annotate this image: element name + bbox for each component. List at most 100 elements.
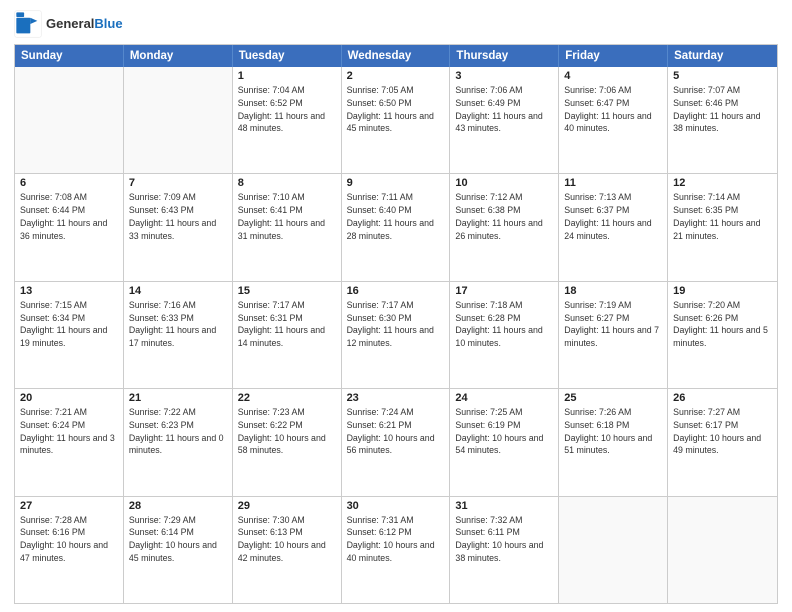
day-number: 12 [673, 177, 772, 189]
calendar-cell: 25 Sunrise: 7:26 AM Sunset: 6:18 PM Dayli… [559, 389, 668, 495]
day-number: 16 [347, 285, 445, 297]
day-number: 17 [455, 285, 553, 297]
day-number: 22 [238, 392, 336, 404]
calendar-cell: 18Sunrise: 7:19 AM Sunset: 6:27 PM Dayli… [559, 282, 668, 388]
weekday-header-tuesday: Tuesday [233, 45, 342, 67]
day-number: 26 [673, 392, 772, 404]
day-info: Sunrise: 7:17 AM Sunset: 6:31 PM Dayligh… [238, 299, 336, 350]
calendar-cell: 23 Sunrise: 7:24 AM Sunset: 6:21 PM Dayli… [342, 389, 451, 495]
day-info: Sunrise: 7:29 AM Sunset: 6:14 PM Dayligh… [129, 514, 227, 565]
day-info: Sunrise: 7:18 AM Sunset: 6:28 PM Dayligh… [455, 299, 553, 350]
day-info: Sunrise: 7:09 AM Sunset: 6:43 PM Dayligh… [129, 191, 227, 242]
weekday-header-thursday: Thursday [450, 45, 559, 67]
logo-line: GeneralBlue [46, 16, 123, 32]
calendar-cell [124, 67, 233, 173]
calendar-cell: 28 Sunrise: 7:29 AM Sunset: 6:14 PM Dayli… [124, 497, 233, 603]
calendar-cell: 20 Sunrise: 7:21 AM Sunset: 6:24 PM Dayli… [15, 389, 124, 495]
day-info: Sunrise: 7:07 AM Sunset: 6:46 PM Dayligh… [673, 84, 772, 135]
day-info: Sunrise: 7:26 AM Sunset: 6:18 PM Dayligh… [564, 406, 662, 457]
calendar-cell: 8 Sunrise: 7:10 AM Sunset: 6:41 PM Daylig… [233, 174, 342, 280]
day-info: Sunrise: 7:11 AM Sunset: 6:40 PM Dayligh… [347, 191, 445, 242]
calendar-cell: 16 Sunrise: 7:17 AM Sunset: 6:30 PM Dayli… [342, 282, 451, 388]
weekday-header-saturday: Saturday [668, 45, 777, 67]
calendar-cell: 22 Sunrise: 7:23 AM Sunset: 6:22 PM Dayli… [233, 389, 342, 495]
day-info: Sunrise: 7:05 AM Sunset: 6:50 PM Dayligh… [347, 84, 445, 135]
calendar-cell: 9 Sunrise: 7:11 AM Sunset: 6:40 PM Daylig… [342, 174, 451, 280]
day-info: Sunrise: 7:10 AM Sunset: 6:41 PM Dayligh… [238, 191, 336, 242]
day-info: Sunrise: 7:14 AM Sunset: 6:35 PM Dayligh… [673, 191, 772, 242]
calendar-cell: 27Sunrise: 7:28 AM Sunset: 6:16 PM Dayli… [15, 497, 124, 603]
day-number: 20 [20, 392, 118, 404]
calendar-cell: 26 Sunrise: 7:27 AM Sunset: 6:17 PM Dayli… [668, 389, 777, 495]
calendar-cell: 12 Sunrise: 7:14 AM Sunset: 6:35 PM Dayli… [668, 174, 777, 280]
calendar-cell [15, 67, 124, 173]
calendar-row-3: 20 Sunrise: 7:21 AM Sunset: 6:24 PM Dayli… [15, 388, 777, 495]
day-number: 18 [564, 285, 662, 297]
calendar-cell: 4Sunrise: 7:06 AM Sunset: 6:47 PM Daylig… [559, 67, 668, 173]
day-info: Sunrise: 7:20 AM Sunset: 6:26 PM Dayligh… [673, 299, 772, 350]
calendar-cell: 6Sunrise: 7:08 AM Sunset: 6:44 PM Daylig… [15, 174, 124, 280]
day-number: 30 [347, 500, 445, 512]
day-number: 25 [564, 392, 662, 404]
day-info: Sunrise: 7:21 AM Sunset: 6:24 PM Dayligh… [20, 406, 118, 457]
day-number: 24 [455, 392, 553, 404]
weekday-header-monday: Monday [124, 45, 233, 67]
day-number: 11 [564, 177, 662, 189]
day-info: Sunrise: 7:25 AM Sunset: 6:19 PM Dayligh… [455, 406, 553, 457]
day-info: Sunrise: 7:16 AM Sunset: 6:33 PM Dayligh… [129, 299, 227, 350]
calendar-row-4: 27Sunrise: 7:28 AM Sunset: 6:16 PM Dayli… [15, 496, 777, 603]
day-info: Sunrise: 7:06 AM Sunset: 6:47 PM Dayligh… [564, 84, 662, 135]
calendar-cell: 31Sunrise: 7:32 AM Sunset: 6:11 PM Dayli… [450, 497, 559, 603]
day-info: Sunrise: 7:24 AM Sunset: 6:21 PM Dayligh… [347, 406, 445, 457]
calendar-cell: 2 Sunrise: 7:05 AM Sunset: 6:50 PM Daylig… [342, 67, 451, 173]
calendar-cell: 15 Sunrise: 7:17 AM Sunset: 6:31 PM Dayli… [233, 282, 342, 388]
calendar-cell: 11 Sunrise: 7:13 AM Sunset: 6:37 PM Dayli… [559, 174, 668, 280]
weekday-header-wednesday: Wednesday [342, 45, 451, 67]
calendar-cell: 17 Sunrise: 7:18 AM Sunset: 6:28 PM Dayli… [450, 282, 559, 388]
day-info: Sunrise: 7:13 AM Sunset: 6:37 PM Dayligh… [564, 191, 662, 242]
day-number: 23 [347, 392, 445, 404]
weekday-header-friday: Friday [559, 45, 668, 67]
day-info: Sunrise: 7:23 AM Sunset: 6:22 PM Dayligh… [238, 406, 336, 457]
calendar-cell [668, 497, 777, 603]
header: GeneralBlue [14, 10, 778, 38]
day-number: 19 [673, 285, 772, 297]
logo-text: GeneralBlue [46, 16, 123, 32]
day-number: 21 [129, 392, 227, 404]
day-info: Sunrise: 7:06 AM Sunset: 6:49 PM Dayligh… [455, 84, 553, 135]
calendar-cell: 7 Sunrise: 7:09 AM Sunset: 6:43 PM Daylig… [124, 174, 233, 280]
weekday-header-sunday: Sunday [15, 45, 124, 67]
logo-icon [14, 10, 42, 38]
day-number: 14 [129, 285, 227, 297]
day-number: 10 [455, 177, 553, 189]
day-number: 9 [347, 177, 445, 189]
calendar-row-0: 1Sunrise: 7:04 AM Sunset: 6:52 PM Daylig… [15, 67, 777, 173]
day-info: Sunrise: 7:08 AM Sunset: 6:44 PM Dayligh… [20, 191, 118, 242]
calendar-cell: 10Sunrise: 7:12 AM Sunset: 6:38 PM Dayli… [450, 174, 559, 280]
calendar-cell: 3 Sunrise: 7:06 AM Sunset: 6:49 PM Daylig… [450, 67, 559, 173]
calendar-header: SundayMondayTuesdayWednesdayThursdayFrid… [15, 45, 777, 67]
day-number: 8 [238, 177, 336, 189]
day-number: 5 [673, 70, 772, 82]
calendar-row-1: 6Sunrise: 7:08 AM Sunset: 6:44 PM Daylig… [15, 173, 777, 280]
calendar-cell: 19 Sunrise: 7:20 AM Sunset: 6:26 PM Dayli… [668, 282, 777, 388]
calendar-body: 1Sunrise: 7:04 AM Sunset: 6:52 PM Daylig… [15, 67, 777, 603]
day-number: 1 [238, 70, 336, 82]
calendar-cell: 1Sunrise: 7:04 AM Sunset: 6:52 PM Daylig… [233, 67, 342, 173]
day-info: Sunrise: 7:28 AM Sunset: 6:16 PM Dayligh… [20, 514, 118, 565]
day-number: 28 [129, 500, 227, 512]
day-info: Sunrise: 7:15 AM Sunset: 6:34 PM Dayligh… [20, 299, 118, 350]
day-number: 2 [347, 70, 445, 82]
calendar-cell: 30 Sunrise: 7:31 AM Sunset: 6:12 PM Dayli… [342, 497, 451, 603]
calendar-cell: 5 Sunrise: 7:07 AM Sunset: 6:46 PM Daylig… [668, 67, 777, 173]
calendar-cell [559, 497, 668, 603]
day-info: Sunrise: 7:27 AM Sunset: 6:17 PM Dayligh… [673, 406, 772, 457]
calendar-cell: 14 Sunrise: 7:16 AM Sunset: 6:33 PM Dayli… [124, 282, 233, 388]
day-number: 15 [238, 285, 336, 297]
day-info: Sunrise: 7:30 AM Sunset: 6:13 PM Dayligh… [238, 514, 336, 565]
day-number: 31 [455, 500, 553, 512]
day-number: 3 [455, 70, 553, 82]
day-number: 7 [129, 177, 227, 189]
day-info: Sunrise: 7:17 AM Sunset: 6:30 PM Dayligh… [347, 299, 445, 350]
day-info: Sunrise: 7:31 AM Sunset: 6:12 PM Dayligh… [347, 514, 445, 565]
